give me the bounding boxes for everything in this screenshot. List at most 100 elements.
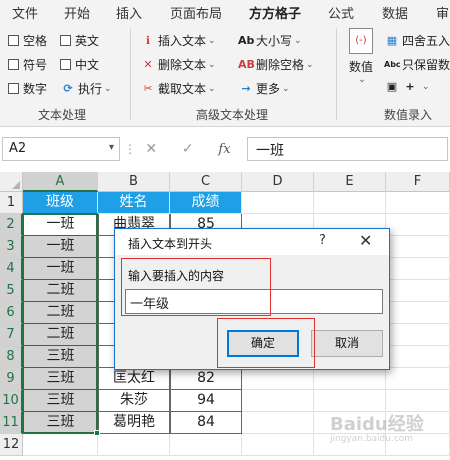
- tab-formulas[interactable]: 公式: [328, 3, 354, 22]
- cell-f2[interactable]: [386, 214, 450, 236]
- chinese-checkbox[interactable]: 中文: [60, 56, 99, 73]
- english-checkbox[interactable]: 英文: [60, 32, 99, 49]
- cell-f1[interactable]: [386, 192, 450, 214]
- cell-e10[interactable]: [314, 390, 386, 412]
- row-header[interactable]: 4: [0, 258, 23, 280]
- row-header[interactable]: 9: [0, 368, 23, 390]
- case-button[interactable]: Ab 大小写 ⌄: [238, 32, 302, 49]
- more-button[interactable]: → 更多 ⌄: [238, 80, 289, 97]
- cell-c12[interactable]: [170, 434, 242, 456]
- delete-space-button[interactable]: AB 删除空格 ⌄: [238, 56, 314, 73]
- row-header[interactable]: 5: [0, 280, 23, 302]
- cell-f10[interactable]: [386, 390, 450, 412]
- column-header-c[interactable]: C: [170, 172, 242, 192]
- cell-b9[interactable]: 匡太红: [98, 368, 170, 390]
- tab-insert[interactable]: 插入: [116, 3, 142, 22]
- cell-b10[interactable]: 朱莎: [98, 390, 170, 412]
- cell-a1[interactable]: 班级: [23, 192, 98, 214]
- cell-a7[interactable]: 二班: [23, 324, 98, 346]
- cell-d10[interactable]: [242, 390, 314, 412]
- close-icon[interactable]: ✕: [359, 231, 372, 250]
- row-header[interactable]: 3: [0, 236, 23, 258]
- delete-text-button[interactable]: ✕ 删除文本 ⌄: [140, 56, 215, 73]
- ok-button[interactable]: 确定: [227, 330, 299, 357]
- cell-e1[interactable]: [314, 192, 386, 214]
- round-button[interactable]: ▦ 四舍五入: [384, 32, 450, 49]
- extra-button[interactable]: ▣ + ⌄: [384, 80, 430, 93]
- insert-function-icon[interactable]: fx: [218, 142, 230, 157]
- cell-f4[interactable]: [386, 258, 450, 280]
- value-button[interactable]: (-) 数值 ⌄: [344, 28, 378, 85]
- cell-a9[interactable]: 三班: [23, 368, 98, 390]
- cell-a3[interactable]: 一班: [23, 236, 98, 258]
- row-header[interactable]: 10: [0, 390, 23, 412]
- cell-a10[interactable]: 三班: [23, 390, 98, 412]
- cancel-icon[interactable]: ✕: [145, 141, 157, 157]
- cell-b12[interactable]: [98, 434, 170, 456]
- row-header[interactable]: 1: [0, 192, 23, 214]
- dialog-title-bar: 插入文本到开头 ? ✕: [115, 229, 389, 255]
- help-icon[interactable]: ?: [319, 233, 326, 248]
- cell-d12[interactable]: [242, 434, 314, 456]
- space-checkbox[interactable]: 空格: [8, 32, 47, 49]
- tab-file[interactable]: 文件: [12, 3, 38, 22]
- row-header[interactable]: 12: [0, 434, 23, 456]
- cell-f6[interactable]: [386, 302, 450, 324]
- confirm-icon[interactable]: ✓: [182, 141, 194, 157]
- tab-data[interactable]: 数据: [382, 3, 408, 22]
- cell-d9[interactable]: [242, 368, 314, 390]
- column-header-f[interactable]: F: [386, 172, 450, 192]
- column-header-d[interactable]: D: [242, 172, 314, 192]
- cell-a2[interactable]: 一班: [23, 214, 98, 236]
- cell-d11[interactable]: [242, 412, 314, 434]
- cell-b1[interactable]: 姓名: [98, 192, 170, 214]
- insert-text-button[interactable]: ℹ 插入文本 ⌄: [140, 32, 216, 49]
- column-header-e[interactable]: E: [314, 172, 386, 192]
- select-all-corner[interactable]: [0, 172, 23, 192]
- formula-input[interactable]: 一班: [247, 137, 448, 161]
- row-header[interactable]: 6: [0, 302, 23, 324]
- row-header[interactable]: 2: [0, 214, 23, 236]
- cell-a6[interactable]: 二班: [23, 302, 98, 324]
- dialog-prompt: 输入要插入的内容: [128, 269, 225, 283]
- cell-a8[interactable]: 三班: [23, 346, 98, 368]
- cancel-button[interactable]: 取消: [311, 330, 383, 357]
- cell-f7[interactable]: [386, 324, 450, 346]
- cell-e9[interactable]: [314, 368, 386, 390]
- cell-b11[interactable]: 葛明艳: [98, 412, 170, 434]
- chevron-down-icon: ⌄: [208, 83, 216, 94]
- abc-icon: Abc: [384, 60, 401, 69]
- cell-f3[interactable]: [386, 236, 450, 258]
- cell-c11[interactable]: 84: [170, 412, 242, 434]
- cell-f8[interactable]: [386, 346, 450, 368]
- fill-handle[interactable]: [94, 430, 100, 436]
- cell-a5[interactable]: 二班: [23, 280, 98, 302]
- execute-button[interactable]: ⟳ 执行 ⌄: [60, 80, 111, 97]
- chevron-down-icon[interactable]: ▾: [109, 142, 114, 153]
- cell-a4[interactable]: 一班: [23, 258, 98, 280]
- ribbon-panel: 空格 英文 符号 中文 数字 ⟳ 执行 ⌄ 文本处理 ℹ 插入文本 ⌄ ✕ 删除文本 ⌄ ✂…: [0, 22, 450, 127]
- row-header[interactable]: 8: [0, 346, 23, 368]
- column-header-b[interactable]: B: [98, 172, 170, 192]
- name-box[interactable]: A2 ▾: [2, 137, 120, 161]
- extract-text-button[interactable]: ✂ 截取文本 ⌄: [140, 80, 216, 97]
- tab-page-layout[interactable]: 页面布局: [170, 3, 222, 22]
- tab-fangfanggezi[interactable]: 方方格子: [249, 3, 302, 26]
- tab-review[interactable]: 审阅: [436, 3, 450, 22]
- tab-home[interactable]: 开始: [64, 3, 90, 22]
- cell-f5[interactable]: [386, 280, 450, 302]
- keep-number-button[interactable]: Abc 只保留数: [384, 56, 450, 73]
- cell-d1[interactable]: [242, 192, 314, 214]
- insert-text-input[interactable]: 一年级: [125, 289, 383, 314]
- cell-c10[interactable]: 94: [170, 390, 242, 412]
- row-header[interactable]: 11: [0, 412, 23, 434]
- cell-f9[interactable]: [386, 368, 450, 390]
- cell-c9[interactable]: 82: [170, 368, 242, 390]
- cell-c1[interactable]: 成绩: [170, 192, 242, 214]
- cell-a11[interactable]: 三班: [23, 412, 98, 434]
- number-checkbox[interactable]: 数字: [8, 80, 47, 97]
- cell-a12[interactable]: [23, 434, 98, 456]
- column-header-a[interactable]: A: [23, 172, 98, 192]
- row-header[interactable]: 7: [0, 324, 23, 346]
- symbol-checkbox[interactable]: 符号: [8, 56, 47, 73]
